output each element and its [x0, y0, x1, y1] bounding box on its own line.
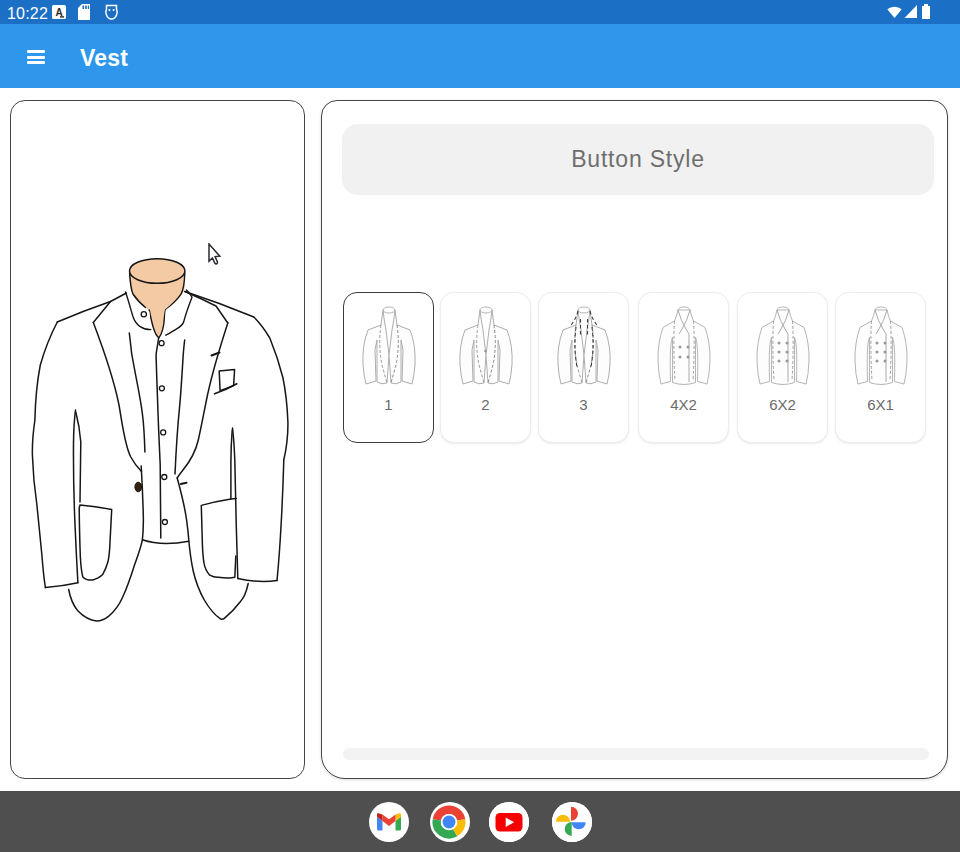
svg-text:A: A [55, 7, 62, 18]
